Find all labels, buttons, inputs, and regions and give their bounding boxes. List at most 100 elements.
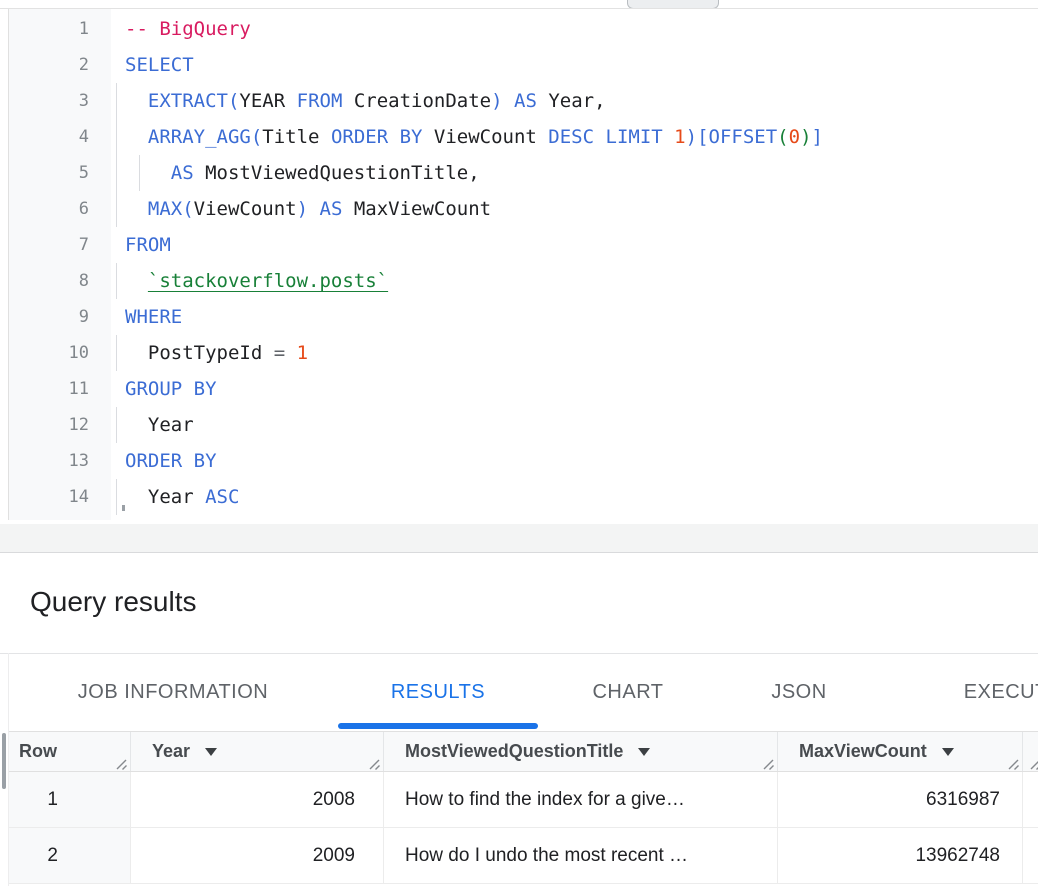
column-dropdown-icon[interactable] xyxy=(942,748,954,756)
indent-guide-line xyxy=(116,263,117,299)
column-header-row[interactable]: Row xyxy=(9,732,131,771)
code-token: SELECT xyxy=(125,54,194,76)
indent-guide-line xyxy=(116,335,117,371)
tab-label: RESULTS xyxy=(391,681,485,704)
code-line: 6 MAX(ViewCount) AS MaxViewCount xyxy=(9,191,1038,227)
indent-guide-line xyxy=(116,191,117,227)
code-line: 3 EXTRACT(YEAR FROM CreationDate) AS Yea… xyxy=(9,83,1038,119)
code-line-text: PostTypeId = 1 xyxy=(111,335,1038,371)
code-token: MAX( xyxy=(148,198,194,220)
row-number-cell: 1 xyxy=(9,772,131,827)
code-line: 8 `stackoverflow.posts` xyxy=(9,263,1038,299)
tab-job-information[interactable]: JOB INFORMATION xyxy=(8,654,338,731)
column-header-mostviewedquestiontitle[interactable]: MostViewedQuestionTitle xyxy=(384,732,778,771)
line-number: 1 xyxy=(9,11,111,47)
code-line: 4 ARRAY_AGG(Title ORDER BY ViewCount DES… xyxy=(9,119,1038,155)
line-number: 5 xyxy=(9,155,111,191)
code-token: GROUP BY xyxy=(125,378,217,400)
code-token xyxy=(285,342,296,364)
tab-results[interactable]: RESULTS xyxy=(338,654,538,731)
code-token: -- BigQuery xyxy=(125,18,251,40)
tab-label: CHART xyxy=(592,681,663,704)
code-token: MaxViewCount xyxy=(342,198,491,220)
column-header-maxviewcount[interactable]: MaxViewCount xyxy=(778,732,1023,771)
indent-guide-line xyxy=(116,83,117,119)
column-resize-handle[interactable] xyxy=(1028,755,1038,769)
sql-editor[interactable]: 1 -- BigQuery 2 SELECT 3 EXTRACT(YEAR FROM C… xyxy=(8,9,1038,520)
code-token: 1 xyxy=(674,126,685,148)
code-token: AS xyxy=(514,90,537,112)
code-line: 1 -- BigQuery xyxy=(9,11,1038,47)
line-number: 13 xyxy=(9,443,111,479)
code-line: 5 AS MostViewedQuestionTitle, xyxy=(9,155,1038,191)
results-tabs: JOB INFORMATION RESULTS CHART JSON EXECUTION… xyxy=(0,653,1038,731)
code-line-text: AS MostViewedQuestionTitle, xyxy=(111,155,1038,191)
code-token xyxy=(308,198,319,220)
code-token: )[ xyxy=(686,126,709,148)
column-resize-handle[interactable] xyxy=(114,755,128,769)
indent-guide-line xyxy=(139,155,140,191)
column-resize-handle[interactable] xyxy=(761,755,775,769)
code-token xyxy=(285,90,296,112)
code-token: FROM xyxy=(125,234,171,256)
vertical-scrollbar-thumb[interactable] xyxy=(2,733,6,789)
code-token: ASC xyxy=(205,486,239,508)
title-cell: How do I undo the most recent … xyxy=(384,828,778,883)
code-token: Year, xyxy=(537,90,606,112)
tab-json[interactable]: JSON xyxy=(718,654,880,731)
year-cell: 2009 xyxy=(131,828,384,883)
code-token: ORDER BY xyxy=(125,450,217,472)
code-token: = xyxy=(274,342,285,364)
code-line: 14 Year ASC xyxy=(9,479,1038,515)
line-number: 4 xyxy=(9,119,111,155)
code-token: ViewCount xyxy=(422,126,548,148)
code-token xyxy=(125,270,148,292)
code-line-text: EXTRACT(YEAR FROM CreationDate) AS Year, xyxy=(111,83,1038,119)
stub-cell xyxy=(1023,772,1038,827)
table-row: 12008How to find the index for a give…63… xyxy=(9,772,1038,828)
line-number: 8 xyxy=(9,263,111,299)
line-number: 7 xyxy=(9,227,111,263)
indent-guide-line xyxy=(116,155,117,191)
column-resize-handle[interactable] xyxy=(1006,755,1020,769)
table-reference-link[interactable]: `stackoverflow.posts` xyxy=(148,270,388,292)
code-line-text: WHERE xyxy=(111,299,1038,335)
code-token: YEAR xyxy=(239,90,285,112)
code-token xyxy=(125,198,148,220)
tab-chart[interactable]: CHART xyxy=(538,654,718,731)
code-token xyxy=(663,126,674,148)
title-cell: How to find the index for a give… xyxy=(384,772,778,827)
year-cell: 2008 xyxy=(131,772,384,827)
code-token: DESC xyxy=(548,126,594,148)
code-line-text: Year xyxy=(111,407,1038,443)
code-line-text: MAX(ViewCount) AS MaxViewCount xyxy=(111,191,1038,227)
code-token: Title xyxy=(262,126,319,148)
code-line-text: `stackoverflow.posts` xyxy=(111,263,1038,299)
column-header-label: MaxViewCount xyxy=(799,741,927,762)
code-line-text: SELECT xyxy=(111,47,1038,83)
code-token: ) xyxy=(800,126,811,148)
code-token: PostTypeId xyxy=(125,342,274,364)
code-line-text: -- BigQuery xyxy=(111,11,1038,47)
code-token: MostViewedQuestionTitle, xyxy=(194,162,480,184)
panel-separator[interactable] xyxy=(0,524,1038,553)
indent-guide-line xyxy=(116,119,117,155)
code-token: ARRAY_AGG( xyxy=(148,126,262,148)
table-header-row: RowYear MostViewedQuestionTitle MaxViewCou… xyxy=(9,731,1038,772)
stub-cell xyxy=(1023,828,1038,883)
tab-label: EXECUTION DETAILS xyxy=(964,681,1038,704)
column-dropdown-icon[interactable] xyxy=(638,748,650,756)
code-line-text: FROM xyxy=(111,227,1038,263)
column-dropdown-icon[interactable] xyxy=(205,748,217,756)
code-token: ORDER BY xyxy=(331,126,423,148)
column-resize-handle[interactable] xyxy=(367,755,381,769)
tab-execution-details[interactable]: EXECUTION DETAILS xyxy=(880,654,1038,731)
column-header-year[interactable]: Year xyxy=(131,732,384,771)
code-token: LIMIT xyxy=(606,126,663,148)
code-line: 12 Year xyxy=(9,407,1038,443)
code-token: ( xyxy=(777,126,788,148)
line-number: 2 xyxy=(9,47,111,83)
code-line: 2 SELECT xyxy=(9,47,1038,83)
column-header-label: MostViewedQuestionTitle xyxy=(405,741,623,762)
code-token: OFFSET xyxy=(709,126,778,148)
